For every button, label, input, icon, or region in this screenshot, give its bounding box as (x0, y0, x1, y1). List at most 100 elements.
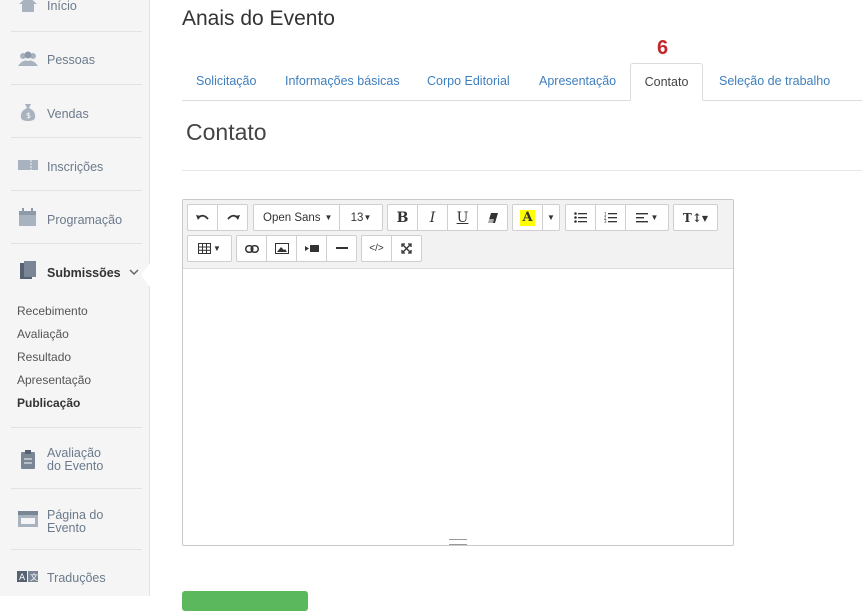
undo-button[interactable] (187, 204, 218, 231)
sidebar-item-label: Inscrições (47, 160, 104, 174)
submenu-item-publicacao[interactable]: Publicação (17, 396, 80, 410)
editor-toolbar: Open Sans▼ 13▼ B I U A ▼ 123 ▼ T↕▼ ▼ (183, 200, 733, 269)
italic-button[interactable]: I (417, 204, 448, 231)
text-color-dropdown[interactable]: ▼ (542, 204, 560, 231)
sidebar-item-pagina-evento[interactable]: Página do Evento (0, 507, 149, 537)
video-button[interactable] (296, 235, 327, 262)
table-icon (198, 243, 212, 254)
sidebar-item-label: Página do Evento (47, 508, 104, 535)
money-bag-icon: $ (20, 104, 36, 121)
divider (11, 190, 142, 191)
svg-text:文: 文 (30, 572, 38, 582)
sidebar-item-label: Traduções (47, 571, 106, 585)
fullscreen-icon (401, 243, 412, 254)
submenu-item-avaliacao[interactable]: Avaliação (17, 327, 69, 341)
bullet-list-button[interactable] (565, 204, 596, 231)
text-style-dropdown[interactable]: T↕ ▼ (673, 204, 718, 231)
text-color-swatch: A (520, 209, 535, 226)
divider (11, 137, 142, 138)
fullscreen-button[interactable] (391, 235, 422, 262)
home-icon (19, 0, 37, 12)
font-size-value: 13 (350, 211, 364, 224)
horizontal-rule-button[interactable] (326, 235, 357, 262)
caret-down-icon: ▼ (213, 244, 221, 253)
code-view-button[interactable]: </> (361, 235, 392, 262)
text-color-button[interactable]: A (512, 204, 543, 231)
divider (11, 31, 142, 32)
tab-selecao-de-trabalho[interactable]: Seleção de trabalho (719, 74, 830, 88)
horizontal-rule-icon (335, 247, 348, 249)
font-family-value: Open Sans (263, 211, 321, 224)
sidebar-item-traducoes[interactable]: A文 Traduções (0, 566, 149, 592)
sidebar-item-label: Vendas (47, 107, 89, 121)
redo-button[interactable] (217, 204, 248, 231)
caret-down-icon: ▼ (701, 212, 709, 223)
divider (11, 84, 142, 85)
page-title: Anais do Evento (182, 7, 335, 30)
tab-corpo-editorial[interactable]: Corpo Editorial (427, 74, 510, 88)
divider (11, 427, 142, 428)
submenu-item-resultado[interactable]: Resultado (17, 350, 71, 364)
align-left-icon (635, 212, 648, 222)
submenu-item-apresentacao[interactable]: Apresentação (17, 373, 91, 387)
sidebar-item-inscricoes[interactable]: Inscrições (0, 153, 149, 179)
submenu-item-recebimento[interactable]: Recebimento (17, 304, 88, 318)
caret-down-icon: ▼ (650, 213, 659, 222)
link-button[interactable] (236, 235, 267, 262)
sidebar-item-label: Início (47, 0, 77, 13)
sidebar-item-submissoes[interactable]: Submissões (0, 259, 149, 285)
sidebar-item-label: Avaliação do Evento (47, 446, 104, 473)
sidebar-item-pessoas[interactable]: Pessoas (0, 46, 149, 72)
rich-text-editor: Open Sans▼ 13▼ B I U A ▼ 123 ▼ T↕▼ ▼ (182, 199, 734, 546)
bold-button[interactable]: B (387, 204, 418, 231)
ticket-icon (18, 160, 38, 170)
tab-solicitacao[interactable]: Solicitação (196, 74, 256, 88)
eraser-icon (487, 212, 498, 223)
text-style-label: T↕ (682, 210, 702, 225)
tab-contato[interactable]: Contato (630, 63, 703, 101)
browser-icon (18, 511, 38, 527)
step-marker: 6 (657, 37, 669, 59)
svg-text:3: 3 (604, 219, 607, 223)
documents-icon (20, 261, 36, 279)
resize-handle[interactable] (449, 539, 467, 545)
sidebar-item-programacao[interactable]: Programação (0, 206, 149, 232)
video-icon (304, 245, 319, 252)
tab-informacoes-basicas[interactable]: Informações básicas (285, 74, 400, 88)
table-dropdown[interactable]: ▼ (187, 235, 232, 262)
align-dropdown[interactable]: ▼ (625, 204, 669, 231)
sidebar-item-label: Submissões (47, 266, 121, 280)
svg-text:A: A (19, 573, 26, 583)
font-size-select[interactable]: 13 ▼ (339, 204, 383, 231)
people-icon (18, 51, 38, 66)
underline-button[interactable]: U (447, 204, 478, 231)
sidebar-item-avaliacao-evento[interactable]: Avaliação do Evento (0, 445, 149, 475)
clipboard-icon (21, 450, 35, 469)
sidebar-item-label: Pessoas (47, 53, 95, 67)
svg-text:$: $ (26, 111, 31, 120)
calendar-icon (19, 208, 36, 226)
caret-down-icon: ▼ (324, 213, 333, 222)
caret-down-icon: ▼ (547, 213, 555, 222)
redo-icon (226, 214, 240, 220)
tab-apresentacao[interactable]: Apresentação (539, 74, 616, 88)
numbered-list-button[interactable]: 123 (595, 204, 626, 231)
tab-bar: Solicitação Informações básicas Corpo Ed… (182, 63, 862, 101)
editor-content-area[interactable] (183, 269, 733, 539)
numbered-list-icon: 123 (604, 212, 617, 223)
caret-down-icon: ▼ (363, 213, 372, 222)
image-button[interactable] (266, 235, 297, 262)
save-button[interactable] (182, 591, 308, 611)
clear-format-button[interactable] (477, 204, 508, 231)
sidebar-item-inicio[interactable]: Início (0, 0, 149, 18)
divider (182, 170, 862, 171)
bullet-list-icon (574, 212, 587, 223)
font-family-select[interactable]: Open Sans ▼ (253, 204, 340, 231)
chevron-down-icon[interactable] (128, 266, 140, 278)
link-icon (244, 244, 259, 253)
sidebar-item-vendas[interactable]: $ Vendas (0, 100, 149, 126)
divider (11, 243, 142, 244)
undo-icon (195, 214, 209, 220)
image-icon (274, 243, 289, 254)
selected-indicator (141, 263, 150, 287)
